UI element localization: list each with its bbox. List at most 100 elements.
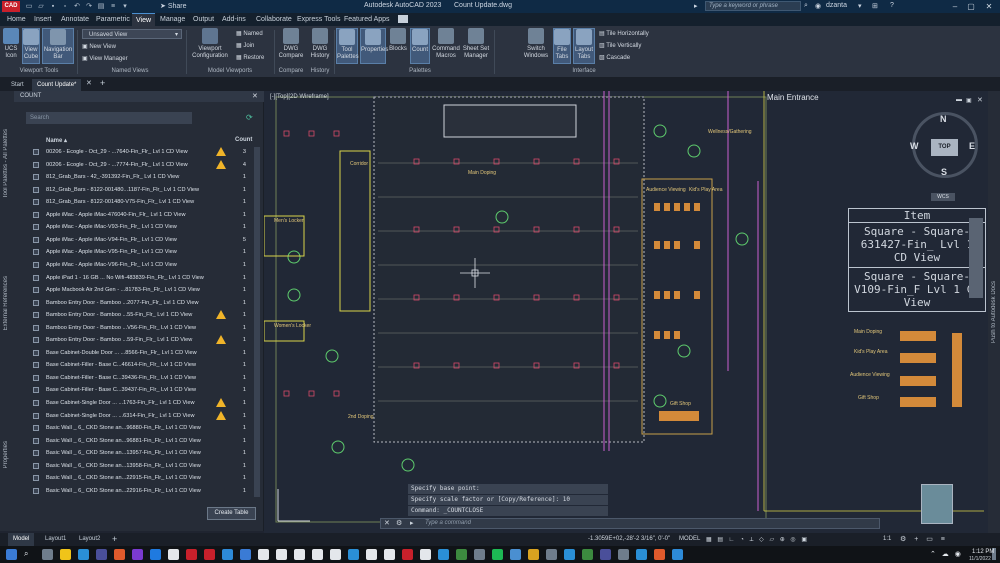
expand-checkbox[interactable] bbox=[33, 437, 39, 444]
refresh-icon[interactable]: ⟳ bbox=[246, 113, 253, 122]
expand-checkbox[interactable] bbox=[33, 211, 39, 218]
tab-layout1[interactable]: Layout1 bbox=[40, 533, 71, 546]
list-item[interactable]: 812_Grab_Bars - 8122-001480...1187-Fin_F… bbox=[26, 184, 252, 196]
expand-checkbox[interactable] bbox=[33, 236, 39, 243]
view-select[interactable]: Unsaved View ▾ bbox=[82, 29, 182, 39]
list-item[interactable]: Bamboo Entry Door - Bamboo ...2077-Fin_F… bbox=[26, 297, 252, 309]
tab-close-icon[interactable]: ✕ bbox=[86, 79, 92, 87]
revit-icon[interactable] bbox=[312, 549, 323, 560]
revit-icon[interactable] bbox=[366, 549, 377, 560]
app-icon[interactable] bbox=[240, 549, 251, 560]
edge-icon[interactable] bbox=[78, 549, 89, 560]
column-header-name[interactable]: Name ▴ bbox=[46, 137, 67, 144]
thumbnail-preview[interactable] bbox=[921, 484, 953, 524]
acrobat-icon[interactable] bbox=[402, 549, 413, 560]
revit-icon[interactable] bbox=[258, 549, 269, 560]
app-icon[interactable] bbox=[654, 549, 665, 560]
list-item[interactable]: 812_Grab_Bars - 8122-001480-V75-Fin_Flr_… bbox=[26, 196, 252, 208]
expand-checkbox[interactable] bbox=[33, 274, 39, 281]
tab-annotate[interactable]: Annotate bbox=[57, 13, 93, 26]
tab-manage[interactable]: Manage bbox=[156, 13, 189, 26]
tab-express-tools[interactable]: Express Tools bbox=[293, 13, 344, 26]
list-item[interactable]: Bamboo Entry Door - Bamboo ...55-Fin_Flr… bbox=[26, 309, 252, 321]
viewport-restore-icon[interactable]: ▣ bbox=[966, 97, 972, 104]
count-button[interactable]: Count bbox=[410, 28, 430, 64]
sheet-set-manager-button[interactable]: Sheet Set Manager bbox=[462, 28, 490, 64]
cascade-button[interactable]: ▧ Cascade bbox=[599, 53, 630, 63]
expand-checkbox[interactable] bbox=[33, 412, 39, 419]
app-icon[interactable] bbox=[168, 549, 179, 560]
list-item[interactable]: Base Cabinet-Single Door ... ...6314-Fin… bbox=[26, 410, 252, 422]
list-item[interactable]: Basic Wall _ 6_ CKD Stone an...13957-Fin… bbox=[26, 447, 252, 459]
expand-checkbox[interactable] bbox=[33, 287, 39, 294]
view-manager-button[interactable]: ▣ View Manager bbox=[82, 54, 128, 64]
list-item[interactable]: Basic Wall _ 6_ CKD Stone an...96881-Fin… bbox=[26, 435, 252, 447]
coordinate-readout[interactable]: -1.3059E+02,-28'-2 3/16", 0'-0" bbox=[588, 536, 670, 542]
wrench-icon[interactable]: ⚙ bbox=[396, 519, 402, 527]
minimize-icon[interactable]: – bbox=[948, 1, 962, 12]
warning-icon[interactable] bbox=[216, 398, 226, 407]
tab-model[interactable]: Model bbox=[8, 533, 35, 546]
expand-checkbox[interactable] bbox=[33, 174, 39, 181]
app-icon[interactable] bbox=[564, 549, 575, 560]
list-item[interactable]: Apple iPad 1 - 16 GB ... No Wifi-483839-… bbox=[26, 272, 252, 284]
new-view-button[interactable]: ▣ New View bbox=[82, 42, 116, 52]
warning-icon[interactable] bbox=[216, 159, 226, 169]
list-item[interactable]: Basic Wall _ 6_ CKD Stone an...22916-Fin… bbox=[26, 485, 252, 497]
new-file-icon[interactable]: ▭ bbox=[24, 2, 34, 11]
expand-checkbox[interactable] bbox=[33, 362, 39, 369]
ribbon-minimize-icon[interactable] bbox=[398, 15, 408, 23]
list-item[interactable]: Apple iMac - Apple iMac-V94-Fin_Flr_ Lvl… bbox=[26, 234, 252, 246]
compass-west[interactable]: W bbox=[910, 141, 919, 151]
expand-checkbox[interactable] bbox=[33, 186, 39, 193]
open-file-icon[interactable]: ▱ bbox=[36, 2, 46, 11]
user-dropdown-icon[interactable]: ▾ bbox=[858, 2, 862, 10]
expand-checkbox[interactable] bbox=[33, 324, 39, 331]
wcs-menu[interactable]: WCS bbox=[931, 193, 955, 201]
properties-tab[interactable]: Properties bbox=[3, 441, 9, 468]
expand-checkbox[interactable] bbox=[33, 487, 39, 494]
list-item[interactable]: Base Cabinet-Filler - Base C...46614-Fin… bbox=[26, 359, 252, 371]
outlook-icon[interactable] bbox=[150, 549, 161, 560]
expand-checkbox[interactable] bbox=[33, 299, 39, 306]
expand-checkbox[interactable] bbox=[33, 261, 39, 268]
task-view-icon[interactable] bbox=[42, 549, 53, 560]
expand-checkbox[interactable] bbox=[33, 337, 39, 344]
expand-checkbox[interactable] bbox=[33, 425, 39, 432]
tab-parametric[interactable]: Parametric bbox=[92, 13, 134, 26]
tab-collaborate[interactable]: Collaborate bbox=[252, 13, 296, 26]
compass-north[interactable]: N bbox=[940, 114, 947, 124]
app-icon[interactable] bbox=[618, 549, 629, 560]
compass-south[interactable]: S bbox=[941, 167, 947, 177]
list-item[interactable]: Base Cabinet-Filler - Base C...39437-Fin… bbox=[26, 384, 252, 396]
list-item[interactable]: Basic Wall _ 6_ CKD Stone an...22915-Fin… bbox=[26, 472, 252, 484]
status-toggle-icons[interactable]: ▦ ▤ ∟ ◔ ⟂ ◇ ▱ ⊕ ◎ ▣ bbox=[706, 536, 809, 544]
tab-output[interactable]: Output bbox=[189, 13, 218, 26]
tab-insert[interactable]: Insert bbox=[30, 13, 56, 26]
navigation-bar-button[interactable]: Navigation Bar bbox=[42, 28, 74, 64]
external-references-tab[interactable]: External References bbox=[3, 276, 9, 330]
layout-tabs-button[interactable]: Layout Tabs bbox=[573, 28, 595, 64]
list-item[interactable]: Base Cabinet-Filler - Base C...39436-Fin… bbox=[26, 372, 252, 384]
plot-icon[interactable]: ▤ bbox=[96, 2, 106, 11]
app-icon[interactable] bbox=[438, 549, 449, 560]
viewport-close-icon[interactable]: ✕ bbox=[977, 96, 983, 104]
command-macros-button[interactable]: Command Macros bbox=[432, 28, 460, 64]
status-settings-icons[interactable]: ⚙ + ▭ ≡ bbox=[900, 535, 948, 543]
expand-checkbox[interactable] bbox=[33, 450, 39, 457]
floor-plan-drawing[interactable] bbox=[264, 91, 1000, 533]
tab-view[interactable]: View bbox=[132, 13, 156, 26]
tile-vertically-button[interactable]: ▥ Tile Vertically bbox=[599, 41, 641, 51]
list-item[interactable]: 812_Grab_Bars - 42_-391392-Fin_Flr_ Lvl … bbox=[26, 171, 252, 183]
app-icon[interactable] bbox=[672, 549, 683, 560]
named-button[interactable]: ▦ Named bbox=[236, 29, 263, 39]
clock-date[interactable]: 11/1/2022 bbox=[969, 556, 991, 562]
undo-icon[interactable]: ↶ bbox=[72, 2, 82, 11]
new-tab-icon[interactable]: + bbox=[100, 78, 105, 88]
warning-icon[interactable] bbox=[216, 410, 226, 420]
save-icon[interactable]: ▪ bbox=[48, 2, 58, 11]
autocad-logo-icon[interactable]: CAD bbox=[2, 1, 20, 12]
tile-horizontally-button[interactable]: ▤ Tile Horizontally bbox=[599, 29, 649, 39]
tab-home[interactable]: Home bbox=[3, 13, 30, 26]
list-item[interactable]: Base Cabinet-Single Door ... ...1763-Fin… bbox=[26, 397, 252, 409]
